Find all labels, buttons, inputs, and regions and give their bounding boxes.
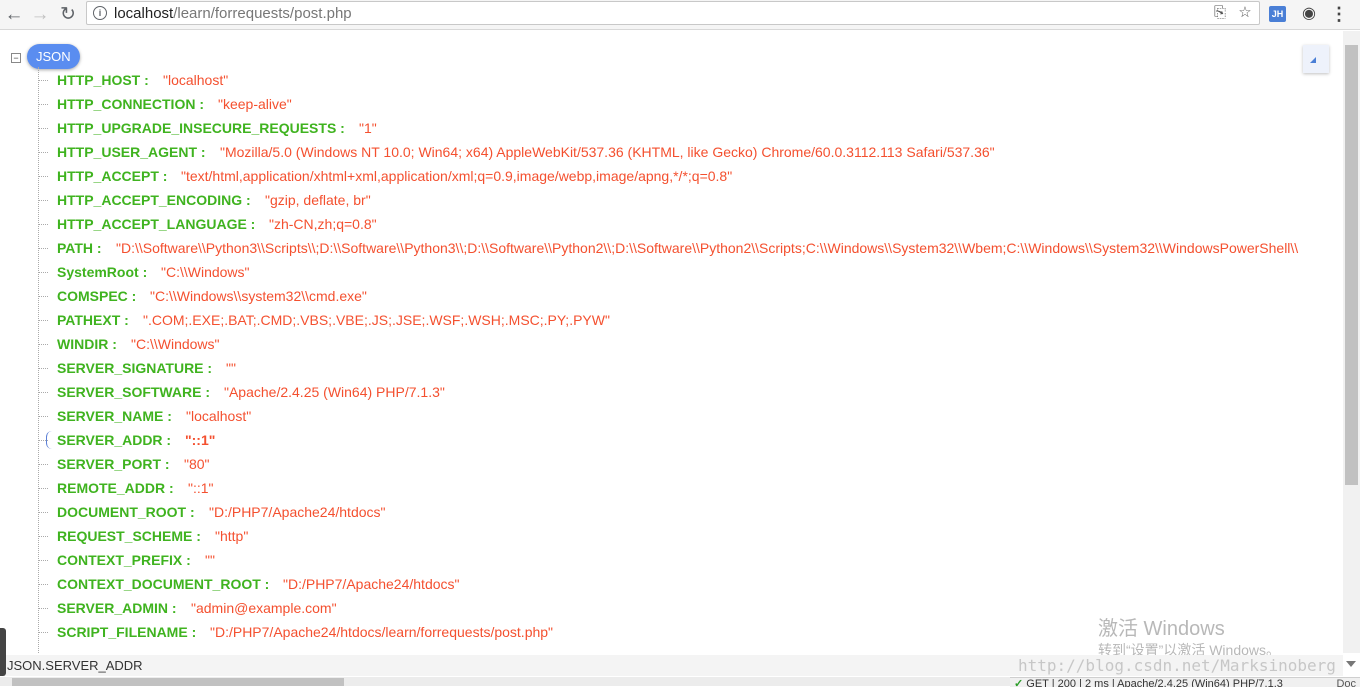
json-key: WINDIR : [57, 336, 117, 352]
side-panel-tab[interactable] [0, 628, 6, 676]
json-path-text: JSON.SERVER_ADDR [7, 658, 143, 673]
json-value: "http" [215, 528, 249, 544]
json-key: PATHEXT : [57, 312, 129, 328]
json-key: HTTP_USER_AGENT : [57, 144, 206, 160]
translate-icon[interactable]: ⎘ [1211, 3, 1229, 23]
json-viewer: − JSON HTTP_HOST : "localhost" HTTP_CONNEC… [0, 31, 1343, 653]
json-value: "::1" [185, 432, 216, 448]
corner-arrow-icon [1310, 57, 1316, 63]
info-icon[interactable]: i [93, 6, 107, 20]
eye-icon[interactable]: ◉ [1298, 3, 1320, 25]
json-key: REQUEST_SCHEME : [57, 528, 201, 544]
json-value: "1" [359, 120, 377, 136]
json-root-badge[interactable]: JSON [27, 44, 80, 69]
json-key: SERVER_SOFTWARE : [57, 384, 210, 400]
vertical-scroll-thumb[interactable] [1345, 45, 1358, 485]
json-value: "Apache/2.4.25 (Win64) PHP/7.1.3" [224, 384, 445, 400]
json-value: "localhost" [163, 72, 229, 88]
scroll-down-arrow-icon[interactable] [1346, 661, 1356, 667]
collapse-toggle[interactable]: − [11, 53, 21, 63]
json-key: PATH : [57, 240, 102, 256]
json-key: SERVER_SIGNATURE : [57, 360, 213, 376]
horizontal-scroll-thumb[interactable] [12, 678, 344, 686]
json-value: "D:/PHP7/Apache24/htdocs" [283, 576, 460, 592]
vertical-scrollbar[interactable] [1343, 31, 1360, 667]
json-value: "Mozilla/5.0 (Windows NT 10.0; Win64; x6… [220, 144, 995, 160]
json-key: SERVER_NAME : [57, 408, 172, 424]
json-value: "D:/PHP7/Apache24/htdocs/learn/forreques… [210, 624, 554, 640]
json-key: HTTP_UPGRADE_INSECURE_REQUESTS : [57, 120, 345, 136]
json-value: "localhost" [186, 408, 252, 424]
json-value: "C:\\Windows\\system32\\cmd.exe" [150, 288, 367, 304]
json-key: SCRIPT_FILENAME : [57, 624, 197, 640]
json-value: "" [205, 552, 215, 568]
json-value: "D:/PHP7/Apache24/htdocs" [209, 504, 386, 520]
back-arrow-icon[interactable]: ← [2, 3, 26, 27]
json-value: ".COM;.EXE;.BAT;.CMD;.VBS;.VBE;.JS;.JSE;… [143, 312, 610, 328]
url-text[interactable]: localhost/learn/forrequests/post.php [114, 5, 352, 22]
forward-arrow-icon[interactable]: → [28, 3, 52, 27]
url-path: /learn/forrequests/post.php [173, 5, 352, 22]
json-key: CONTEXT_DOCUMENT_ROOT : [57, 576, 270, 592]
json-key: HTTP_CONNECTION : [57, 96, 204, 112]
jh-extension-icon[interactable]: JH [1269, 6, 1286, 22]
json-value: "zh-CN,zh;q=0.8" [269, 216, 377, 232]
json-value: "::1" [188, 480, 214, 496]
address-bar[interactable]: i localhost/learn/forrequests/post.php ⎘… [86, 1, 1260, 25]
activation-watermark-title: 激活 Windows [1098, 618, 1225, 640]
tree-guide-line [38, 67, 39, 653]
json-key: HTTP_ACCEPT_ENCODING : [57, 192, 251, 208]
json-key: REMOTE_ADDR : [57, 480, 174, 496]
json-key: SERVER_ADMIN : [57, 600, 177, 616]
json-value: "gzip, deflate, br" [265, 192, 371, 208]
json-key: HTTP_ACCEPT_LANGUAGE : [57, 216, 256, 232]
json-key: SystemRoot : [57, 264, 148, 280]
url-host: localhost [114, 5, 174, 22]
blog-watermark: http://blog.csdn.net/Marksinoberg [1018, 656, 1336, 675]
json-value: "80" [184, 456, 210, 472]
kebab-menu-icon[interactable]: ⋮ [1329, 3, 1349, 25]
reload-icon[interactable]: ↻ [56, 3, 80, 27]
star-icon[interactable]: ☆ [1236, 3, 1254, 23]
json-value: "" [226, 360, 236, 376]
json-key: COMSPEC : [57, 288, 137, 304]
json-value: "C:\\Windows" [161, 264, 250, 280]
json-key: SERVER_PORT : [57, 456, 170, 472]
viewer-corner-button[interactable] [1303, 45, 1329, 73]
json-value: "text/html,application/xhtml+xml,applica… [181, 168, 733, 184]
json-key: DOCUMENT_ROOT : [57, 504, 195, 520]
json-key: HTTP_ACCEPT : [57, 168, 168, 184]
json-value: "D:\\Software\\Python3\\Scripts\\;D:\\So… [116, 240, 1299, 256]
json-value: "C:\\Windows" [131, 336, 220, 352]
json-value: "keep-alive" [218, 96, 292, 112]
browser-toolbar: ← → ↻ i localhost/learn/forrequests/post… [0, 0, 1360, 30]
json-value: "admin@example.com" [191, 600, 337, 616]
json-key: CONTEXT_PREFIX : [57, 552, 191, 568]
json-key: HTTP_HOST : [57, 72, 149, 88]
json-key: SERVER_ADDR : [57, 432, 172, 448]
